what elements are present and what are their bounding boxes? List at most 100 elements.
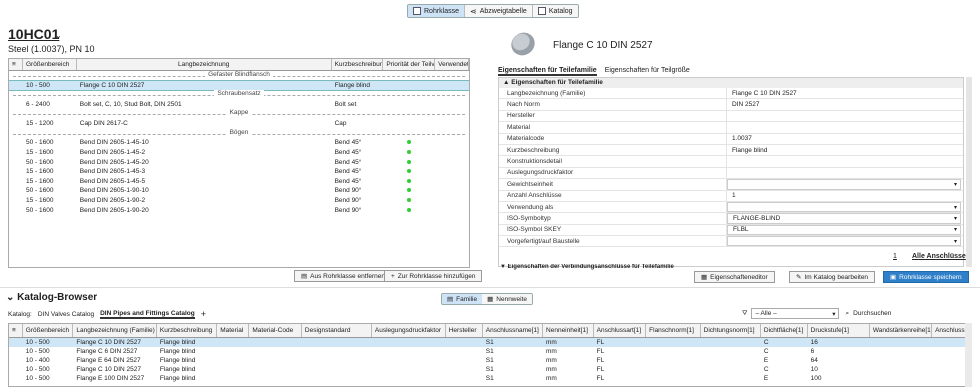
column-header[interactable]: Hersteller — [446, 324, 483, 337]
table-row[interactable]: 10 - 400 Flange E 64 DIN 2527 Flange blind… — [9, 356, 971, 365]
table-body: 10 - 500 Flange C 10 DIN 2527 Flange blind… — [9, 338, 971, 383]
table-cell: Flange blind — [159, 357, 196, 364]
status-ok-icon — [407, 159, 412, 164]
column-header[interactable]: Material-Code — [249, 324, 302, 337]
table-cell: Flange E 100 DIN 2527 — [76, 375, 145, 382]
property-value[interactable] — [727, 236, 961, 247]
column-header[interactable]: Dichtungsnorm[1] — [701, 324, 761, 337]
section-header[interactable]: ▲ Eigenschaften für Teilefamilie — [499, 78, 963, 88]
table-row[interactable]: 15 - 1600 Bend DIN 2605-1-45-3 Bend 45° — [9, 167, 469, 177]
chevron-down-icon[interactable]: ⌄ — [55, 31, 62, 40]
catalog-browser-title[interactable]: ⌄ Katalog-Browser — [6, 292, 97, 303]
edit-in-catalog-button[interactable]: ✎ Im Katalog bearbeiten — [789, 271, 876, 283]
group-separator: Bögen — [9, 128, 469, 139]
plus-icon: + — [391, 272, 395, 280]
property-value[interactable]: 1.0037 — [727, 134, 963, 144]
table-cell: 16 — [810, 339, 818, 346]
tab-familie[interactable]: ▤ Familie — [442, 294, 483, 304]
section-header-connections[interactable]: ▼ Eigenschaften der Verbindungsanschlüss… — [500, 264, 960, 270]
table-row[interactable]: 50 - 1600 Bend DIN 2605-1-45-10 Bend 45° — [9, 138, 469, 148]
column-header[interactable]: Langbezeichnung (Familie) — [73, 324, 157, 337]
tab-abzweigtabelle[interactable]: ⋖ Abzweigtabelle — [465, 5, 533, 17]
add-to-class-button[interactable]: + Zur Rohrklasse hinzufügen — [384, 270, 483, 282]
column-header[interactable]: Dichtfläche[1] — [761, 324, 808, 337]
property-value[interactable] — [727, 122, 963, 132]
table-row[interactable]: 50 - 1600 Bend DIN 2605-1-90-20 Bend 90° — [9, 205, 469, 215]
status-ok-icon — [407, 178, 412, 183]
property-key: Konstruktionsdetail — [499, 156, 727, 167]
table-row[interactable]: 15 - 1600 Bend DIN 2605-1-45-5 Bend 45° — [9, 177, 469, 187]
all-connections-link[interactable]: Alle Anschlüsse — [912, 253, 966, 260]
cell-short: Cap — [334, 120, 347, 128]
property-value[interactable]: FLBL — [727, 224, 961, 236]
column-header[interactable]: Anschlussart[1] — [594, 324, 647, 337]
col-priority[interactable]: Priorität der Teilve — [383, 59, 436, 70]
browse-mode-toggle: ▤ Familie ▦ Nennweite — [441, 293, 533, 305]
table-row[interactable]: 15 - 1200 Cap DIN 2617-C Cap — [9, 119, 469, 129]
property-row: Gewichtseinheit — [499, 179, 963, 191]
cell-name: Bend DIN 2605-1-90-20 — [79, 206, 149, 214]
table-row[interactable]: 50 - 1600 Bend DIN 2605-1-90-10 Bend 90° — [9, 186, 469, 196]
remove-from-class-button[interactable]: ▤ Aus Rohrklasse entfernen — [294, 270, 392, 282]
connection-number[interactable]: 1 — [893, 253, 897, 260]
column-header[interactable]: Flanschnorm[1] — [646, 324, 701, 337]
table-cell: mm — [546, 348, 557, 355]
save-pipe-class-button[interactable]: ▣ Rohrklasse speichern — [883, 271, 969, 283]
column-header[interactable]: Wandstärkenreihe[1] — [870, 324, 933, 337]
property-key: ISO-Symbol SKEY — [499, 224, 727, 236]
table-row[interactable]: 10 - 500 Flange C 10 DIN 2527 Flange blind — [9, 79, 469, 92]
column-header[interactable]: Auslegungsdruckfaktor — [372, 324, 446, 337]
property-value[interactable] — [727, 168, 963, 178]
pipe-class-title[interactable]: 10HC01 — [8, 26, 59, 42]
property-value[interactable]: Flange blind — [727, 145, 963, 155]
table-row[interactable]: 10 - 500 Flange C 6 DIN 2527 Flange blind S… — [9, 347, 971, 356]
property-value[interactable] — [727, 111, 963, 121]
tab-katalog[interactable]: Katalog — [532, 5, 578, 17]
column-header[interactable]: Größenbereich — [23, 324, 74, 337]
cell-size: 50 - 1600 — [25, 158, 54, 166]
column-header[interactable]: Kurzbeschreibung — [157, 324, 218, 337]
cell-short: Bend 45° — [334, 168, 362, 176]
col-name[interactable]: Langbezeichnung — [77, 59, 332, 70]
search-field[interactable]: ⌕ Durchsuchen — [843, 308, 967, 319]
property-value[interactable] — [727, 156, 963, 166]
col-used[interactable]: Verwendeter — [435, 59, 469, 70]
cell-name: Bend DIN 2605-1-45-5 — [79, 177, 146, 185]
table-row[interactable]: 15 - 1600 Bend DIN 2605-1-90-2 Bend 90° — [9, 196, 469, 206]
property-editor-button[interactable]: ▦ Eigenschafteneditor — [694, 271, 775, 283]
property-value[interactable]: DIN 2527 — [727, 99, 963, 109]
column-header[interactable]: Material — [217, 324, 250, 337]
property-value[interactable]: FLANGE-BLIND — [727, 213, 961, 224]
menu-icon[interactable]: ≡ — [9, 59, 23, 70]
column-header[interactable]: Nenneinheit[1] — [543, 324, 594, 337]
filter-icon[interactable]: ⛛ — [742, 310, 747, 318]
tab-nennweite[interactable]: ▦ Nennweite — [482, 294, 532, 304]
table-row[interactable]: 50 - 1600 Bend DIN 2605-1-45-20 Bend 45° — [9, 157, 469, 167]
add-catalog-button[interactable]: + — [201, 309, 206, 319]
filter-select[interactable]: – Alle – ▾ — [751, 308, 840, 319]
property-value[interactable] — [727, 201, 961, 213]
cell-size: 50 - 1600 — [25, 139, 54, 147]
tab-din-valves[interactable]: DIN Valves Catalog — [38, 311, 94, 318]
col-short[interactable]: Kurzbeschreibung — [332, 59, 384, 70]
table-row[interactable]: 10 - 500 Flange E 100 DIN 2527 Flange blin… — [9, 374, 971, 383]
vertical-scrollbar[interactable] — [965, 323, 972, 387]
tab-din-pipes[interactable]: DIN Pipes and Fittings Catalog — [100, 310, 195, 319]
tab-rohrklasse[interactable]: Rohrklasse — [408, 5, 466, 17]
vertical-scrollbar[interactable] — [966, 77, 972, 267]
menu-icon[interactable]: ≡ — [9, 324, 23, 337]
property-value[interactable]: Flange C 10 DIN 2527 — [727, 88, 963, 98]
tab-size-props[interactable]: Eigenschaften für Teilgröße — [605, 67, 690, 76]
table-row[interactable]: 15 - 1600 Bend DIN 2605-1-45-2 Bend 45° — [9, 148, 469, 158]
col-size[interactable]: Größenbereich — [23, 59, 77, 70]
table-row[interactable]: 10 - 500 Flange C 10 DIN 2527 Flange blind… — [9, 338, 971, 347]
column-header[interactable]: Designstandard — [302, 324, 372, 337]
tab-family-props[interactable]: Eigenschaften für Teilefamilie — [498, 67, 597, 76]
column-header[interactable]: Druckstufe[1] — [808, 324, 870, 337]
table-row[interactable]: 10 - 500 Flange C 10 DIN 2527 Flange blind… — [9, 365, 971, 374]
table-row[interactable]: 6 - 2400 Bolt set, C, 10, Stud Bolt, DIN … — [9, 100, 469, 110]
column-header[interactable]: Anschlussname[1] — [483, 324, 544, 337]
property-value[interactable] — [727, 179, 961, 190]
property-value[interactable]: 1 — [727, 191, 963, 201]
chevron-down-icon: ▾ — [832, 310, 836, 318]
